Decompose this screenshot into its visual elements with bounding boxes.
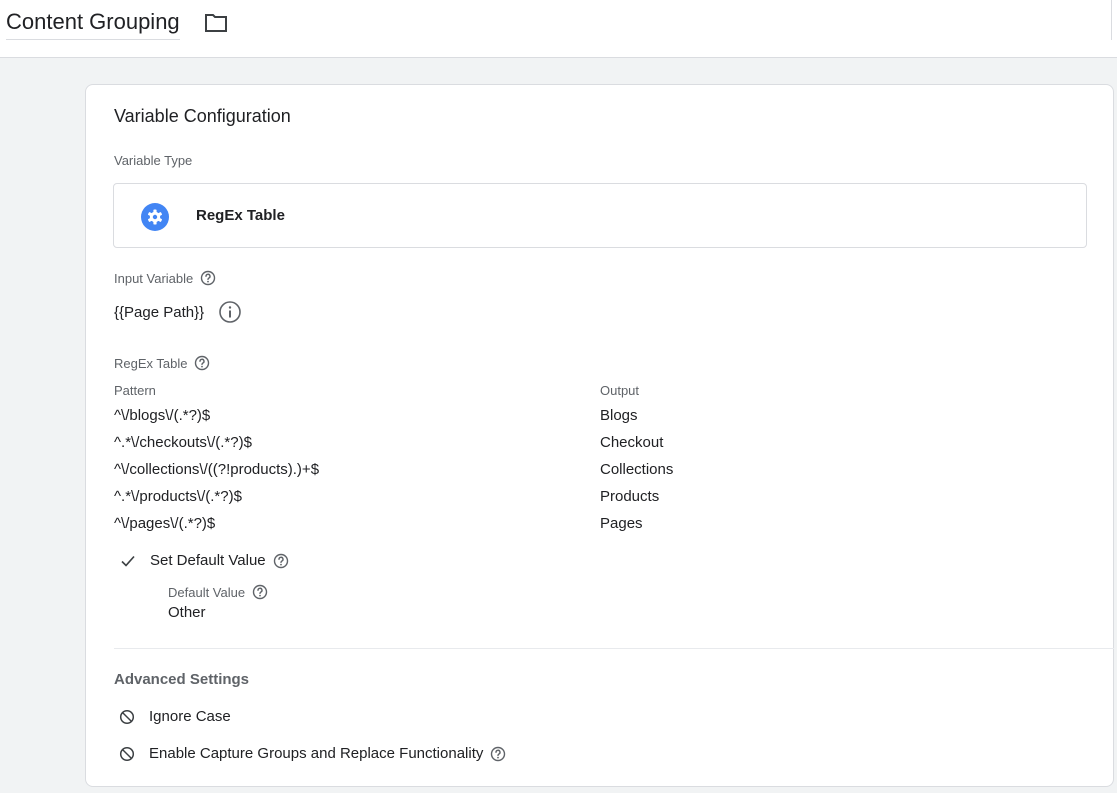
- output-cell: Blogs: [600, 407, 638, 424]
- pattern-cell: ^.*\/checkouts\/(.*?)$: [114, 434, 252, 451]
- output-cell: Products: [600, 488, 660, 505]
- capture-groups-label: Enable Capture Groups and Replace Functi…: [149, 745, 484, 762]
- info-icon[interactable]: [218, 300, 242, 324]
- table-row: ^.*\/products\/(.*?)$ Products: [114, 485, 814, 512]
- help-icon[interactable]: [252, 584, 268, 600]
- card-title: Variable Configuration: [114, 106, 291, 126]
- ban-icon: [119, 709, 135, 724]
- help-icon[interactable]: [490, 746, 506, 762]
- input-variable: {{Page Path}}: [114, 300, 242, 324]
- pattern-column-header: Pattern: [114, 383, 156, 398]
- ignore-case-option[interactable]: Ignore Case: [119, 708, 231, 725]
- regex-table: ^\/blogs\/(.*?)$ Blogs ^.*\/checkouts\/(…: [114, 404, 814, 539]
- page-title[interactable]: Content Grouping: [6, 9, 180, 40]
- default-value-label-text: Default Value: [168, 584, 246, 600]
- variable-type-selector[interactable]: RegEx Table: [113, 183, 1087, 248]
- check-icon: [121, 555, 135, 567]
- table-row: ^.*\/checkouts\/(.*?)$ Checkout: [114, 431, 814, 458]
- regex-table-label: RegEx Table: [114, 355, 210, 371]
- gear-icon: [141, 203, 169, 231]
- output-cell: Collections: [600, 461, 674, 478]
- top-bar: Content Grouping: [0, 0, 1117, 58]
- pattern-cell: ^\/pages\/(.*?)$: [114, 515, 216, 532]
- folder-icon[interactable]: [204, 13, 228, 33]
- ignore-case-label: Ignore Case: [149, 708, 231, 725]
- input-variable-label: Input Variable: [114, 270, 216, 286]
- default-value: Other: [168, 604, 206, 621]
- variable-configuration-card: Variable Configuration Variable Type Reg…: [85, 84, 1114, 787]
- input-variable-label-text: Input Variable: [114, 270, 194, 286]
- output-cell: Checkout: [600, 434, 664, 451]
- pattern-cell: ^\/blogs\/(.*?)$: [114, 407, 211, 424]
- table-row: ^\/blogs\/(.*?)$ Blogs: [114, 404, 814, 431]
- output-column-header: Output: [600, 383, 640, 398]
- help-icon[interactable]: [194, 355, 210, 371]
- pattern-cell: ^\/collections\/((?!products).)+$: [114, 461, 320, 478]
- variable-type-label-text: Variable Type: [114, 153, 193, 168]
- set-default-value-label: Set Default Value: [150, 552, 266, 569]
- top-bar-edge: [1111, 0, 1117, 40]
- title-wrap: Content Grouping: [6, 7, 180, 41]
- pattern-cell: ^.*\/products\/(.*?)$: [114, 488, 242, 505]
- input-variable-value: {{Page Path}}: [114, 303, 205, 321]
- table-row: ^\/collections\/((?!products).)+$ Collec…: [114, 458, 814, 485]
- variable-type-name: RegEx Table: [196, 207, 285, 224]
- divider: [114, 648, 1114, 649]
- help-icon[interactable]: [200, 270, 216, 286]
- capture-groups-option[interactable]: Enable Capture Groups and Replace Functi…: [119, 745, 506, 762]
- regex-table-label-text: RegEx Table: [114, 355, 188, 371]
- table-row: ^\/pages\/(.*?)$ Pages: [114, 512, 814, 539]
- default-value-label: Default Value: [168, 584, 268, 600]
- set-default-value-option: Set Default Value: [120, 552, 289, 569]
- output-cell: Pages: [600, 515, 643, 532]
- variable-type-label: Variable Type: [114, 153, 192, 168]
- advanced-settings-title[interactable]: Advanced Settings: [114, 671, 249, 688]
- help-icon[interactable]: [273, 553, 289, 569]
- ban-icon: [119, 746, 135, 761]
